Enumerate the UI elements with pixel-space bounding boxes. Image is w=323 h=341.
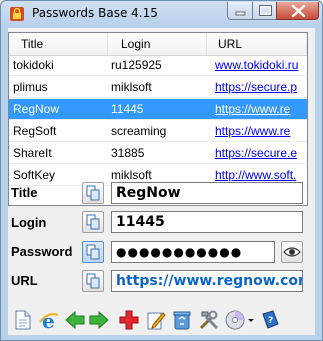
accounts-table: Title Login URL tokidoki ru125925 www.toki… bbox=[8, 32, 308, 206]
table-row[interactable]: plimus miklsoft https://secure.p bbox=[9, 77, 307, 98]
column-header-url[interactable]: URL bbox=[207, 33, 307, 55]
close-button[interactable] bbox=[276, 2, 319, 20]
title-field[interactable]: RegNow bbox=[111, 182, 303, 204]
add-cross-icon[interactable] bbox=[118, 309, 140, 331]
copy-icon bbox=[86, 244, 100, 260]
cell-login: 11445 bbox=[111, 102, 144, 116]
login-field[interactable]: 11445 bbox=[111, 211, 303, 233]
table-row[interactable]: RegNow 11445 https://www.re bbox=[9, 99, 307, 120]
svg-text:?: ? bbox=[268, 316, 273, 326]
new-document-icon[interactable] bbox=[12, 309, 34, 331]
copy-icon bbox=[86, 185, 100, 201]
cell-url-link[interactable]: www.tokidoki.ru bbox=[215, 55, 303, 75]
copy-password-button[interactable] bbox=[82, 241, 104, 263]
cell-title: ShareIt bbox=[13, 146, 52, 160]
table-header: Title Login URL bbox=[9, 33, 307, 56]
cell-login: miklsoft bbox=[111, 80, 152, 94]
cell-login: ru125925 bbox=[111, 58, 162, 72]
back-arrow-icon[interactable] bbox=[64, 309, 86, 331]
column-header-login[interactable]: Login bbox=[108, 33, 207, 55]
close-icon bbox=[291, 4, 306, 18]
password-field[interactable]: ●●●●●●●●●●● bbox=[111, 241, 275, 263]
cell-title: tokidoki bbox=[13, 58, 54, 72]
table-row[interactable]: RegSoft screaming https://www.re bbox=[9, 121, 307, 142]
password-label: Password bbox=[11, 244, 73, 259]
lock-app-icon bbox=[10, 7, 24, 21]
title-bar[interactable]: Passwords Base 4.15 bbox=[1, 1, 322, 27]
recycle-icon[interactable] bbox=[171, 309, 193, 331]
cell-title: RegSoft bbox=[13, 124, 57, 138]
svg-text:e: e bbox=[42, 309, 55, 331]
column-header-title[interactable]: Title bbox=[9, 33, 108, 55]
login-label: Login bbox=[11, 215, 47, 230]
maximize-button[interactable] bbox=[252, 2, 277, 20]
cd-icon[interactable] bbox=[224, 309, 246, 331]
title-label: Title bbox=[11, 185, 38, 200]
show-password-button[interactable] bbox=[281, 241, 303, 263]
edit-icon[interactable] bbox=[145, 309, 167, 331]
minimize-button[interactable] bbox=[227, 2, 253, 20]
dropdown-icon[interactable] bbox=[246, 309, 256, 331]
copy-icon bbox=[86, 214, 100, 230]
cell-url-link[interactable]: https://www.re bbox=[215, 121, 303, 141]
cell-title: RegNow bbox=[13, 102, 60, 116]
url-label: URL bbox=[11, 273, 38, 288]
help-book-icon[interactable]: ? bbox=[259, 309, 281, 331]
client-area: Title Login URL tokidoki ru125925 www.toki… bbox=[8, 28, 315, 335]
minimize-icon bbox=[235, 11, 246, 16]
copy-title-button[interactable] bbox=[82, 182, 104, 204]
copy-url-button[interactable] bbox=[82, 270, 104, 292]
table-row[interactable]: ShareIt 31885 https://secure.e bbox=[9, 143, 307, 164]
copy-login-button[interactable] bbox=[82, 211, 104, 233]
maximize-icon bbox=[259, 5, 272, 16]
copy-icon bbox=[86, 273, 100, 289]
table-row[interactable]: tokidoki ru125925 www.tokidoki.ru bbox=[9, 55, 307, 76]
cell-title: plimus bbox=[13, 80, 48, 94]
forward-arrow-icon[interactable] bbox=[88, 309, 110, 331]
url-field[interactable]: https://www.regnow.com/ver bbox=[111, 270, 303, 292]
eye-icon bbox=[283, 247, 301, 257]
cell-login: screaming bbox=[111, 124, 167, 138]
cell-url-link[interactable]: https://secure.p bbox=[215, 77, 303, 97]
window-title: Passwords Base 4.15 bbox=[32, 6, 158, 20]
app-window: Passwords Base 4.15 Title Login URL toki… bbox=[0, 0, 323, 341]
cell-url-link[interactable]: https://www.re bbox=[215, 99, 303, 119]
internet-explorer-icon[interactable]: e bbox=[38, 309, 60, 331]
cell-url-link[interactable]: https://secure.e bbox=[215, 143, 303, 163]
cell-login: 31885 bbox=[111, 146, 145, 160]
tools-icon[interactable] bbox=[198, 309, 220, 331]
